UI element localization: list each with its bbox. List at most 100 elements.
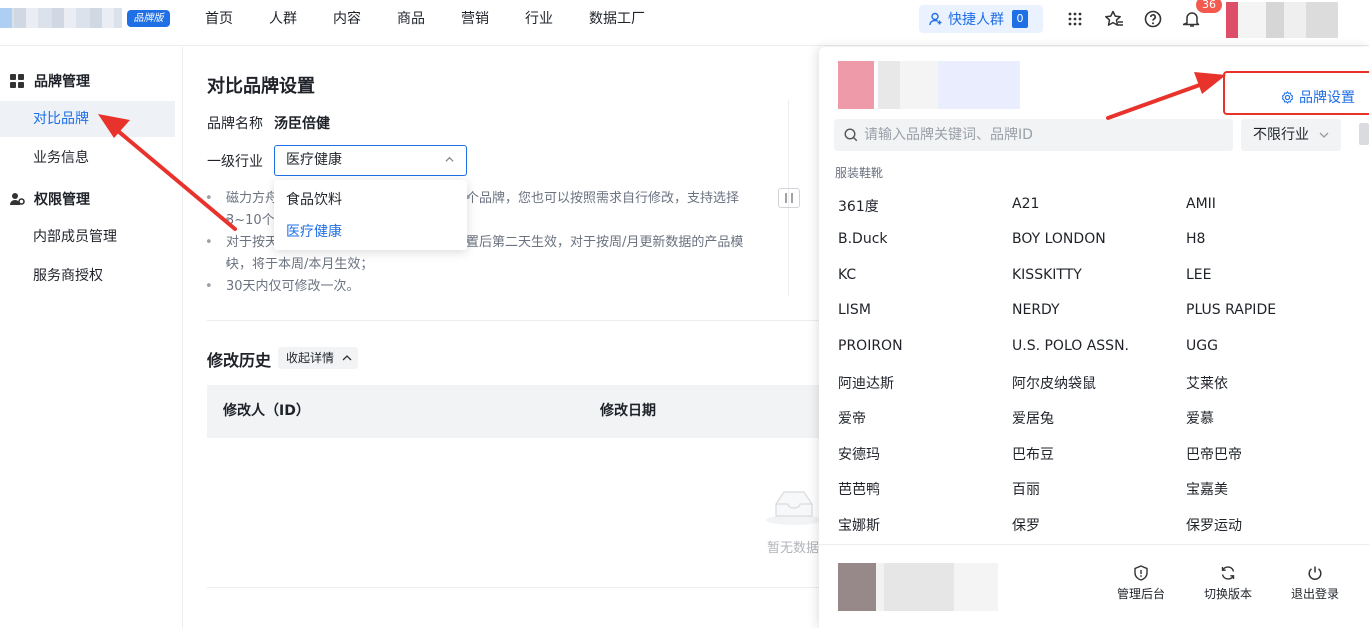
brand-search-box[interactable] xyxy=(834,119,1233,151)
sidebar-item-internal-members[interactable]: 内部成员管理 xyxy=(0,219,175,255)
industry-option[interactable]: 食品饮料 xyxy=(274,184,467,216)
brand-item[interactable]: U.S. POLO ASSN. xyxy=(1012,338,1129,354)
brand-item[interactable]: PROIRON xyxy=(838,338,903,354)
gear-icon xyxy=(1281,90,1294,104)
brand-edition-tag: 品牌版 xyxy=(127,10,170,27)
note-line-cont: 个品牌，您也可以按照需求自行修改，支持选择 xyxy=(464,188,739,210)
sidebar-group-label: 品牌管理 xyxy=(34,74,90,90)
user-add-icon xyxy=(929,12,942,26)
brand-item[interactable]: 宝娜斯 xyxy=(838,515,880,535)
brand-name-label: 品牌名称 xyxy=(207,116,263,132)
expand-icon[interactable] xyxy=(778,188,800,208)
help-icon[interactable] xyxy=(1143,9,1163,29)
current-brand-info xyxy=(838,61,1020,109)
brand-item[interactable]: 保罗运动 xyxy=(1186,515,1242,535)
brand-item[interactable]: 阿尔皮纳袋鼠 xyxy=(1012,373,1096,393)
nav-audience[interactable]: 人群 xyxy=(269,0,297,38)
brand-item[interactable]: 百丽 xyxy=(1012,479,1040,499)
note-line-cont: 块，将于本周/本月生效； xyxy=(224,254,373,276)
brand-item[interactable]: 巴布豆 xyxy=(1012,444,1054,464)
brand-item[interactable]: BOY LONDON xyxy=(1012,231,1106,247)
nav-content[interactable]: 内容 xyxy=(333,0,361,38)
brand-item[interactable]: LEE xyxy=(1186,267,1212,283)
search-icon xyxy=(844,128,858,142)
brand-item[interactable]: H8 xyxy=(1186,231,1205,247)
brand-settings-label: 品牌设置 xyxy=(1299,90,1355,106)
brand-item[interactable]: 巴帝巴帝 xyxy=(1186,444,1242,464)
nav-data-factory[interactable]: 数据工厂 xyxy=(589,0,645,38)
chevron-down-icon xyxy=(1319,132,1329,138)
user-account-info xyxy=(838,563,998,611)
scrollbar[interactable] xyxy=(1359,123,1369,145)
sidebar: 品牌管理 对比品牌 业务信息 权限管理 内部成员管理 服务商授权 xyxy=(0,47,183,628)
brand-item[interactable]: 爱慕 xyxy=(1186,408,1214,428)
sidebar-item-business-info[interactable]: 业务信息 xyxy=(0,140,175,176)
nav-products[interactable]: 商品 xyxy=(397,0,425,38)
quick-audience-button[interactable]: 快捷人群 0 xyxy=(919,5,1043,33)
brand-item[interactable]: AMII xyxy=(1186,196,1216,212)
admin-console-button[interactable]: 管理后台 xyxy=(1111,565,1171,602)
brand-name-value: 汤臣倍健 xyxy=(274,116,330,132)
empty-box-icon xyxy=(766,491,819,525)
users-gear-icon xyxy=(10,192,25,206)
brand-item[interactable]: NERDY xyxy=(1012,302,1060,318)
nav-industry[interactable]: 行业 xyxy=(525,0,553,38)
page-title: 对比品牌设置 xyxy=(207,76,315,97)
note-line: 磁力方舟 xyxy=(205,188,278,210)
industry-select-value: 医疗健康 xyxy=(286,152,342,168)
main-nav: 首页 人群 内容 商品 营销 行业 数据工厂 xyxy=(205,0,681,38)
column-modifier: 修改人（ID） xyxy=(223,403,310,419)
industry-select[interactable]: 医疗健康 xyxy=(274,145,467,176)
favorites-star-icon[interactable] xyxy=(1104,9,1124,29)
brand-item[interactable]: KISSKITTY xyxy=(1012,267,1082,283)
apps-grid-icon[interactable] xyxy=(1065,9,1085,29)
user-avatar[interactable] xyxy=(1226,2,1338,38)
brand-settings-button[interactable]: 品牌设置 xyxy=(1281,87,1355,107)
note-line-cont: 置后第二天生效，对于按周/月更新数据的产品模 xyxy=(464,232,743,254)
brand-item[interactable]: PLUS RAPIDE xyxy=(1186,302,1276,318)
brand-search-input[interactable] xyxy=(864,127,1224,143)
brand-item[interactable]: 阿迪达斯 xyxy=(838,373,894,393)
history-title: 修改历史 xyxy=(207,351,272,370)
brand-item[interactable]: KC xyxy=(838,267,856,283)
brand-item[interactable]: A21 xyxy=(1012,196,1039,212)
sidebar-group-label: 权限管理 xyxy=(34,192,90,208)
logout-label: 退出登录 xyxy=(1290,587,1339,601)
section-divider xyxy=(207,320,819,321)
sidebar-item-provider-auth[interactable]: 服务商授权 xyxy=(0,258,175,294)
history-table-header: 修改人（ID） 修改日期 xyxy=(207,385,819,438)
nav-home[interactable]: 首页 xyxy=(205,0,233,38)
switch-version-button[interactable]: 切换版本 xyxy=(1198,565,1258,602)
industry-filter-select[interactable]: 不限行业 xyxy=(1241,119,1341,151)
brand-item[interactable]: LISM xyxy=(838,302,871,318)
logout-button[interactable]: 退出登录 xyxy=(1285,565,1345,602)
industry-option-selected[interactable]: 医疗健康 xyxy=(274,216,467,248)
refresh-icon xyxy=(1221,566,1235,580)
brand-item[interactable]: 爱帝 xyxy=(838,408,866,428)
brand-item[interactable]: 芭芭鸭 xyxy=(838,479,880,499)
quick-audience-count: 0 xyxy=(1012,10,1028,28)
industry-filter-value: 不限行业 xyxy=(1253,127,1309,143)
brand-item[interactable]: UGG xyxy=(1186,338,1218,354)
panel-footer: 管理后台 切换版本 退出登录 xyxy=(819,544,1369,628)
brand-item[interactable]: 爱居兔 xyxy=(1012,408,1054,428)
brand-switch-panel: 品牌设置 不限行业 服装鞋靴 361度 A21 AMII B.Duck BOY LOND… xyxy=(819,47,1369,628)
notification-count-badge: 36 xyxy=(1196,0,1222,13)
notification-bell-icon[interactable] xyxy=(1182,9,1202,29)
app-logo[interactable] xyxy=(0,8,122,28)
sidebar-item-compare-brands[interactable]: 对比品牌 xyxy=(0,101,175,137)
brand-item[interactable]: B.Duck xyxy=(838,231,888,247)
brand-item[interactable]: 宝嘉美 xyxy=(1186,479,1228,499)
empty-state-text: 暂无数据 xyxy=(767,541,820,556)
quick-audience-label: 快捷人群 xyxy=(948,12,1004,28)
column-modify-date: 修改日期 xyxy=(600,403,656,419)
brand-item[interactable]: 保罗 xyxy=(1012,515,1040,535)
brand-item[interactable]: 艾莱依 xyxy=(1186,373,1228,393)
nav-marketing[interactable]: 营销 xyxy=(461,0,489,38)
chevron-up-icon xyxy=(342,355,352,361)
brand-item[interactable]: 安德玛 xyxy=(838,444,880,464)
industry-label: 一级行业 xyxy=(207,154,263,170)
brand-item[interactable]: 361度 xyxy=(838,196,879,216)
collapse-details-button[interactable]: 收起详情 xyxy=(278,347,358,369)
admin-console-label: 管理后台 xyxy=(1116,587,1165,601)
